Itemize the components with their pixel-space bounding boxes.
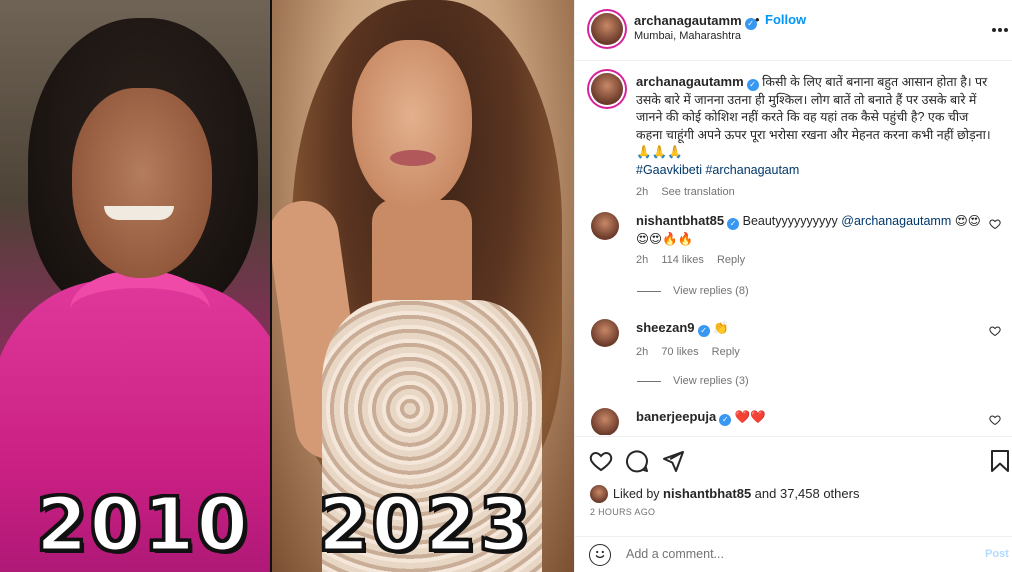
verified-icon: ✓: [719, 414, 732, 426]
comment-likes[interactable]: 114 likes: [661, 254, 704, 266]
view-replies-button[interactable]: View replies (3): [637, 375, 749, 387]
liker-avatar[interactable]: [590, 485, 608, 503]
comment-time: 2h: [636, 254, 649, 266]
comment-like-icon[interactable]: [989, 414, 1001, 429]
year-label-right: 2023: [317, 481, 532, 570]
author-username[interactable]: archanagautamm: [634, 13, 742, 28]
comment-body: sheezan9 ✓ 👏 2h 70 likes Reply: [636, 319, 981, 361]
reply-button[interactable]: Reply: [717, 254, 745, 266]
caption-time: 2h: [636, 186, 649, 198]
comment-meta: 2h 114 likes Reply: [636, 252, 981, 270]
like-icon[interactable]: [589, 449, 615, 475]
post-actions: Liked by nishantbhat85 and 37,458 others…: [575, 436, 1012, 546]
photo-2023: 2023: [272, 0, 574, 572]
commenter-avatar[interactable]: [591, 408, 619, 435]
save-icon[interactable]: [989, 449, 1012, 475]
comment-text: 👏: [713, 321, 729, 335]
follow-button[interactable]: Follow: [765, 12, 806, 27]
verified-icon: ✓: [727, 218, 740, 230]
face-shape: [72, 88, 212, 278]
caption-hashtags[interactable]: #Gaavkibeti #archanagautam: [636, 163, 799, 177]
photo-2010: 2010: [0, 0, 270, 572]
location-link[interactable]: Mumbai, Maharashtra: [634, 30, 741, 42]
commenter-username[interactable]: sheezan9: [636, 320, 695, 335]
comment-body: nishantbhat85 ✓ Beautyyyyyyyyyy @archanag…: [636, 212, 981, 270]
verified-icon: ✓: [746, 79, 759, 91]
year-label-left: 2010: [35, 481, 250, 570]
face-shape: [352, 40, 472, 210]
comment-like-icon[interactable]: [989, 218, 1001, 233]
commenter-avatar[interactable]: [591, 319, 619, 347]
caption-body: archanagautamm ✓ किसी के लिए बातें बनाना …: [636, 73, 998, 202]
comment-body: banerjeepuja ✓ ❤️❤️: [636, 408, 981, 427]
comment-time: 2h: [636, 345, 649, 358]
post-image[interactable]: 2010 2023: [0, 0, 574, 572]
share-icon[interactable]: [661, 449, 687, 475]
commenter-avatar[interactable]: [591, 212, 619, 240]
post-time: 2 HOURS AGO: [590, 507, 656, 517]
verified-icon: ✓: [697, 325, 710, 337]
emoji-icon[interactable]: [589, 544, 611, 566]
comment-text: Beautyyyyyyyyyy: [742, 214, 838, 228]
caption-avatar[interactable]: [591, 73, 623, 105]
author-name-row: archanagautamm ✓: [634, 12, 757, 30]
comment-input[interactable]: [626, 543, 956, 565]
comment-mention[interactable]: @archanagautamm: [841, 214, 951, 228]
lips-shape: [390, 150, 436, 166]
neck-shape: [372, 200, 472, 310]
post-comment-button[interactable]: Post: [985, 548, 1009, 560]
post-side-panel: archanagautamm ✓ • Follow Mumbai, Maharas…: [574, 0, 1012, 572]
comments-list[interactable]: archanagautamm ✓ किसी के लिए बातें बनाना …: [575, 61, 1012, 435]
commenter-username[interactable]: nishantbhat85: [636, 213, 724, 228]
author-avatar[interactable]: [591, 13, 623, 45]
caption-username[interactable]: archanagautamm: [636, 74, 744, 89]
liked-by-prefix: Liked by: [613, 487, 660, 501]
separator-dot: •: [755, 12, 760, 27]
comment-like-icon[interactable]: [989, 325, 1001, 340]
liked-by-user[interactable]: nishantbhat85: [663, 486, 751, 501]
caption-meta: 2h See translation: [636, 184, 998, 202]
more-options-icon[interactable]: [991, 17, 1009, 38]
add-comment-bar: Post: [575, 536, 1012, 572]
liked-by-count[interactable]: and 37,458 others: [755, 486, 860, 501]
smile-shape: [104, 206, 174, 220]
comment-icon[interactable]: [625, 449, 651, 475]
see-translation-link[interactable]: See translation: [661, 186, 734, 198]
view-replies-button[interactable]: View replies (8): [637, 285, 749, 297]
collar-shape: [70, 270, 210, 350]
post-header: archanagautamm ✓ • Follow Mumbai, Maharas…: [575, 0, 1012, 61]
comment-text: ❤️❤️: [734, 410, 766, 424]
comment-likes[interactable]: 70 likes: [661, 346, 698, 358]
comment-meta: 2h 70 likes Reply: [636, 344, 981, 362]
likes-summary: Liked by nishantbhat85 and 37,458 others: [590, 485, 859, 503]
reply-button[interactable]: Reply: [712, 346, 740, 358]
commenter-username[interactable]: banerjeepuja: [636, 409, 716, 424]
